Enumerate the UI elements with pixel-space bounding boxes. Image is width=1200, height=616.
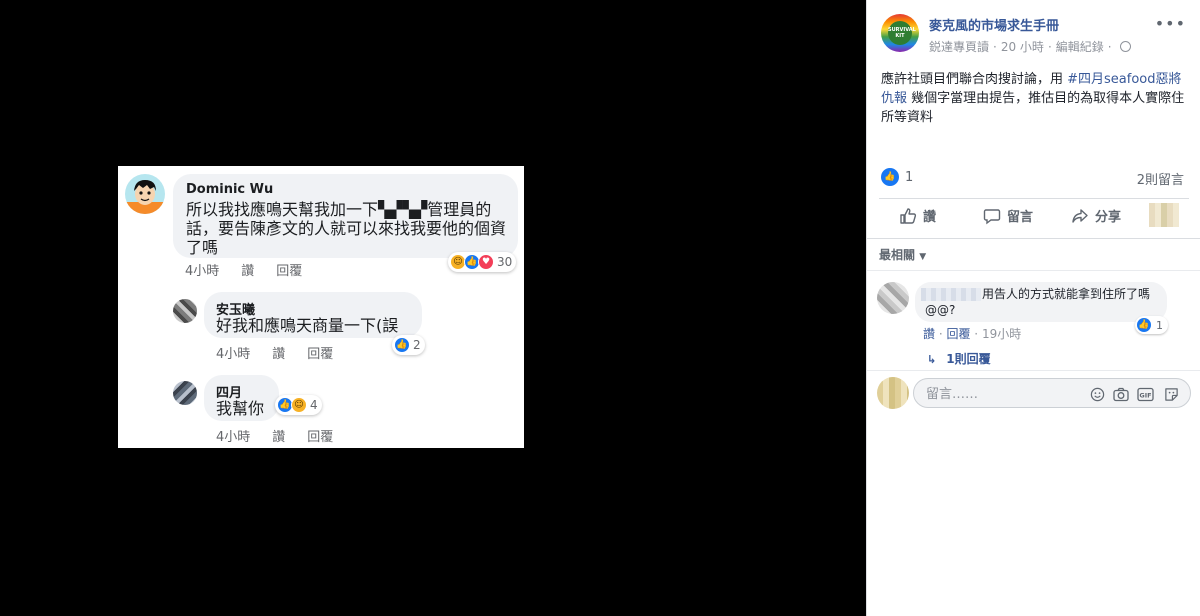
comment-icon xyxy=(983,208,1001,224)
like-link[interactable]: 讚 xyxy=(272,347,285,362)
reaction-summary[interactable]: 👍 ☺ 4 xyxy=(275,395,322,415)
like-link[interactable]: 讚 xyxy=(272,430,285,445)
avatar xyxy=(173,381,197,405)
comment-box[interactable]: GIF xyxy=(913,378,1191,408)
reply-link[interactable]: 回覆 xyxy=(276,264,302,279)
comment-time: 4小時 xyxy=(185,264,220,279)
avatar xyxy=(173,299,197,323)
like-icon: 👍 xyxy=(881,168,899,186)
like-icon: 👍 xyxy=(1137,318,1151,332)
page-avatar[interactable]: SURVIVAL KIT xyxy=(881,14,919,52)
photo-viewer-stage: Dominic Wu 所以我找應鳴天幫我加一下▚▞▚▞管理員的話，要告陳彥文的人… xyxy=(0,0,866,616)
reaction-count: 30 xyxy=(497,255,513,269)
comment-time: 4小時 xyxy=(216,347,251,362)
avatar[interactable] xyxy=(877,282,909,314)
reply-link[interactable]: 回覆 xyxy=(307,347,333,362)
like-icon: 👍 xyxy=(394,337,410,353)
post-meta: 鋭達專頁讀 · 20 小時 · 編輯紀錄 · xyxy=(929,38,1131,55)
post-side-panel: SURVIVAL KIT 麥克風的市場求生手冊 鋭達專頁讀 · 20 小時 · 編輯… xyxy=(866,0,1200,616)
comment-meta: 4小時 讚 回覆 xyxy=(216,343,355,362)
comment-text: 好我和應鳴天商量一下(誤 xyxy=(216,316,399,335)
like-link[interactable]: 讚 xyxy=(923,327,935,341)
reaction-summary[interactable]: 👍 2 xyxy=(392,335,425,355)
comment-meta: 4小時 讚 回覆 xyxy=(216,426,355,445)
globe-icon[interactable] xyxy=(1119,41,1131,52)
screenshot-photo[interactable]: Dominic Wu 所以我找應鳴天幫我加一下▚▞▚▞管理員的話，要告陳彥文的人… xyxy=(118,166,524,448)
like-link[interactable]: 讚 xyxy=(241,264,254,279)
like-count: 1 xyxy=(905,169,914,185)
gif-icon[interactable]: GIF xyxy=(1136,385,1154,403)
page-avatar-badge: SURVIVAL KIT xyxy=(888,21,916,45)
viewer-avatar[interactable] xyxy=(877,377,909,409)
svg-text:GIF: GIF xyxy=(1139,391,1151,399)
comment-text: 我幫你 xyxy=(216,399,265,418)
comment-time: 4小時 xyxy=(216,430,251,445)
thumbs-up-icon xyxy=(900,207,917,224)
view-replies-label: 1則回覆 xyxy=(946,352,991,366)
view-replies-link[interactable]: ↳ 1則回覆 xyxy=(927,350,991,367)
comment-sort-label: 最相關 xyxy=(879,248,916,262)
comment-text: 所以我找應鳴天幫我加一下▚▞▚▞管理員的話，要告陳彥文的人就可以來找我要他的個資… xyxy=(186,200,507,257)
divider xyxy=(867,270,1200,271)
reaction-summary[interactable]: ☺ 👍 ♥ 30 xyxy=(448,252,517,272)
haha-icon: ☺ xyxy=(291,397,307,413)
comment-sort-dropdown[interactable]: 最相關 ▼ xyxy=(879,246,926,263)
comment-meta: 4小時 讚 回覆 xyxy=(185,260,324,279)
post-action-bar: 讚 留言 分享 xyxy=(879,198,1189,234)
post-text-rest: 幾個字當理由提告，推估目的為取得本人實際住所等資料 xyxy=(881,91,1185,125)
emoji-icon[interactable] xyxy=(1088,385,1106,403)
like-button-label: 讚 xyxy=(923,210,937,225)
sticker-icon[interactable] xyxy=(1162,385,1180,403)
reply-link[interactable]: 回覆 xyxy=(307,430,333,445)
reply-arrow-icon: ↳ xyxy=(927,353,937,366)
comment-button[interactable]: 留言 xyxy=(983,206,1033,225)
comment-button-label: 留言 xyxy=(1007,210,1034,225)
edit-history-link[interactable]: 編輯紀錄 xyxy=(1056,38,1104,55)
reaction-count: 1 xyxy=(1156,318,1163,332)
page-name-link[interactable]: 麥克風的市場求生手冊 xyxy=(929,15,1059,34)
viewer-avatar[interactable] xyxy=(1149,203,1179,227)
share-button[interactable]: 分享 xyxy=(1071,206,1121,225)
divider xyxy=(867,370,1200,371)
reaction-count: 4 xyxy=(310,398,318,412)
avatar xyxy=(125,174,165,214)
post-text-intro: 應許社頭目們聯合肉搜討論，用 xyxy=(881,72,1068,87)
reaction-summary[interactable]: 👍 1 xyxy=(1135,316,1168,334)
post-time[interactable]: 20 小時 xyxy=(1001,38,1044,55)
comment-text: 用告人的方式就能拿到住所了嗎@@? xyxy=(925,287,1151,317)
post-reactions[interactable]: 👍 1 xyxy=(881,168,913,186)
like-button[interactable]: 讚 xyxy=(899,206,936,225)
post-text: 應許社頭目們聯合肉搜討論，用 #四月seafood惡將仇報 幾個字當理由提告，推… xyxy=(881,70,1191,127)
comment-input[interactable] xyxy=(926,385,1076,403)
comment-time[interactable]: 19小時 xyxy=(982,327,1021,341)
comment-author[interactable]: Dominic Wu xyxy=(186,182,273,197)
divider xyxy=(867,238,1200,239)
post-author[interactable]: 鋭達專頁讀 xyxy=(929,38,989,55)
comment-count-link[interactable]: 2則留言 xyxy=(1137,169,1184,188)
comment-meta: 讚 · 回覆 · 19小時 xyxy=(923,327,1022,341)
reply-link[interactable]: 回覆 xyxy=(946,327,970,341)
share-button-label: 分享 xyxy=(1095,210,1122,225)
share-icon xyxy=(1072,208,1088,223)
more-options-icon[interactable]: ••• xyxy=(1155,14,1186,33)
camera-icon[interactable] xyxy=(1112,385,1130,403)
reaction-count: 2 xyxy=(413,338,421,352)
caret-down-icon: ▼ xyxy=(919,252,927,262)
love-icon: ♥ xyxy=(478,254,494,270)
